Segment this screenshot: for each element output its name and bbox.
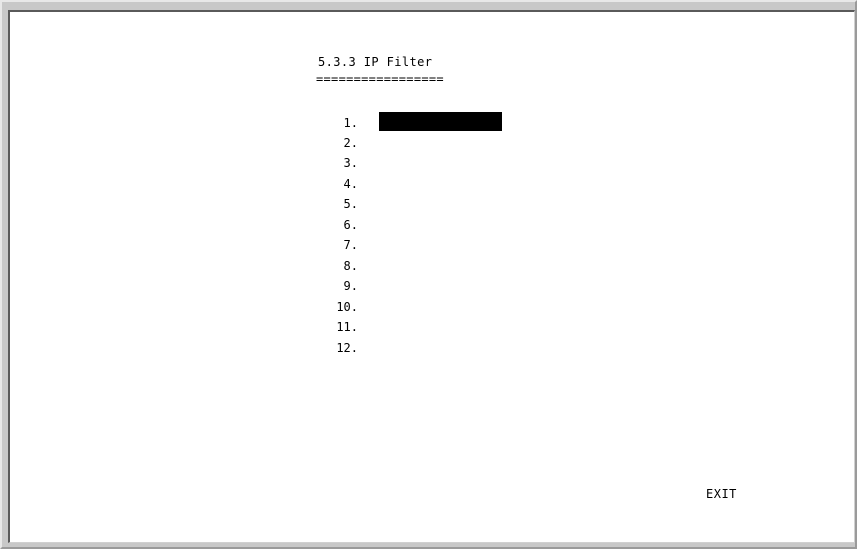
entry-number: 12.	[336, 341, 358, 355]
ip-filter-field-12[interactable]	[379, 337, 502, 356]
title-underline: =================	[316, 72, 444, 86]
ip-filter-field-5[interactable]	[379, 193, 502, 212]
entry-number: 7.	[343, 238, 358, 252]
ip-filter-field-7[interactable]	[379, 234, 502, 253]
entry-number: 11.	[336, 320, 358, 334]
entry-number: 9.	[343, 279, 358, 293]
page-title: 5.3.3 IP Filter	[318, 55, 433, 69]
ip-filter-field-2[interactable]	[379, 132, 502, 151]
ip-filter-field-9[interactable]	[379, 275, 502, 294]
ip-filter-field-6[interactable]	[379, 214, 502, 233]
entry-number: 8.	[343, 259, 358, 273]
ip-filter-field-8[interactable]	[379, 255, 502, 274]
ip-filter-field-4[interactable]	[379, 173, 502, 192]
entry-number: 10.	[336, 300, 358, 314]
entry-number: 4.	[343, 177, 358, 191]
ip-filter-field-1[interactable]	[379, 112, 502, 131]
ip-filter-field-11[interactable]	[379, 316, 502, 335]
ip-filter-field-10[interactable]	[379, 296, 502, 315]
entry-number: 3.	[343, 156, 358, 170]
exit-button[interactable]: EXIT	[706, 487, 737, 501]
entry-number: 5.	[343, 197, 358, 211]
entry-number: 6.	[343, 218, 358, 232]
entry-number: 1.	[343, 116, 358, 130]
ip-filter-field-3[interactable]	[379, 152, 502, 171]
entry-number: 2.	[343, 136, 358, 150]
